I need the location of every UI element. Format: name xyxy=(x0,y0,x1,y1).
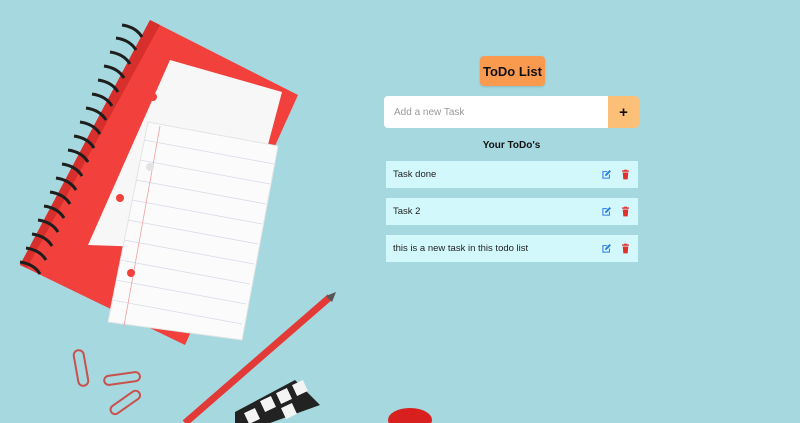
add-task-button[interactable]: + xyxy=(608,96,639,128)
trash-icon[interactable] xyxy=(620,169,631,180)
task-text: Task 2 xyxy=(393,206,421,217)
trash-icon[interactable] xyxy=(620,206,631,217)
task-item: this is a new task in this todo list xyxy=(386,235,638,262)
trash-icon[interactable] xyxy=(620,243,631,254)
edit-icon[interactable] xyxy=(601,206,612,217)
task-item: Task done xyxy=(386,161,638,188)
red-object-illustration xyxy=(388,408,432,423)
task-item: Task 2 xyxy=(386,198,638,225)
list-heading: Your ToDo's xyxy=(482,140,541,151)
notebook-illustration xyxy=(19,20,298,345)
cube-illustration xyxy=(235,380,320,423)
task-list: Task done Task 2 this is a new task in t… xyxy=(386,161,638,272)
task-actions xyxy=(601,169,631,180)
new-task-input[interactable] xyxy=(384,96,608,128)
add-task-row: + xyxy=(384,96,639,128)
task-text: Task done xyxy=(393,169,437,180)
task-text: this is a new task in this todo list xyxy=(393,243,529,254)
paperclips-illustration xyxy=(72,349,142,416)
task-actions xyxy=(601,206,631,217)
task-actions xyxy=(601,243,631,254)
app-title-button[interactable]: ToDo List xyxy=(480,56,545,86)
edit-icon[interactable] xyxy=(601,169,612,180)
edit-icon[interactable] xyxy=(601,243,612,254)
